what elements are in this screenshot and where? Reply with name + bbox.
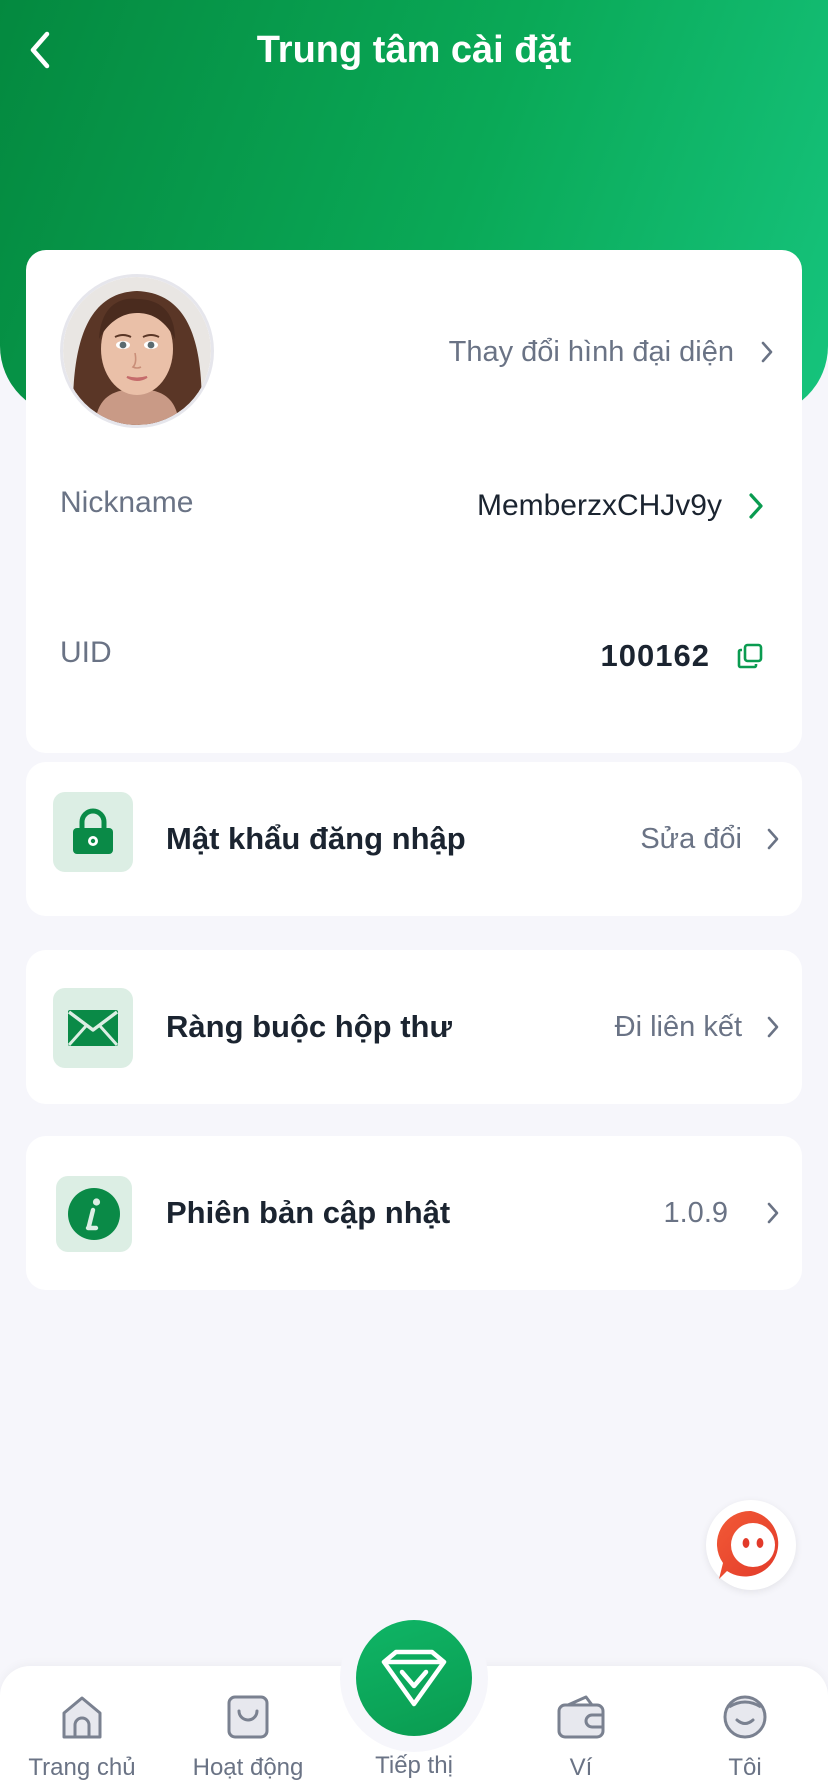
app-version-title: Phiên bản cập nhật [166,1195,451,1230]
app-version-value: 1.0.9 [663,1196,729,1229]
shopping-bag-icon [224,1690,272,1744]
wallet-icon [556,1690,606,1744]
tab-activity[interactable]: Hoạt động [173,1666,323,1792]
chevron-right-icon [760,340,774,364]
tab-activity-label: Hoạt động [192,1754,304,1781]
tab-wallet[interactable]: Ví [506,1666,656,1792]
customer-service-button[interactable] [706,1500,796,1590]
diamond-icon [381,1649,447,1707]
tab-me-label: Tôi [728,1754,762,1781]
edit-password-label: Sửa đổi [640,822,742,855]
chevron-right-icon [748,492,764,520]
bind-mailbox-title: Ràng buộc hộp thư [166,1009,452,1044]
uid-label: UID [60,636,112,669]
mail-icon [53,988,133,1068]
change-avatar-button[interactable]: Thay đổi hình đại diện [449,322,774,382]
link-mailbox-label: Đi liên kết [614,1010,742,1043]
chevron-right-icon [766,1015,780,1039]
bind-mailbox-row[interactable]: Ràng buộc hộp thư Đi liên kết [26,950,802,1104]
nickname-row[interactable]: MemberzxCHJv9y [477,476,764,536]
uid-value: 100162 [600,638,710,673]
link-mailbox-button[interactable]: Đi liên kết [615,950,780,1104]
login-password-title: Mật khẩu đăng nhập [166,821,466,856]
tab-home[interactable]: Trang chủ [7,1666,157,1792]
chat-bubble-icon [716,1510,779,1579]
info-icon [56,1176,132,1252]
lock-icon [53,792,133,872]
home-icon [58,1690,106,1744]
app-version-row[interactable]: Phiên bản cập nhật 1.0.9 [26,1136,802,1290]
tab-marketing-label: Tiếp thị [375,1752,453,1779]
uid-row: 100162 [601,626,764,686]
page-title: Trung tâm cài đặt [256,29,572,71]
profile-face-icon [721,1690,769,1744]
tab-wallet-label: Ví [569,1754,593,1781]
tab-me[interactable]: Tôi [670,1666,820,1792]
chevron-right-icon [766,827,780,851]
profile-card: Thay đổi hình đại diện Nickname Memberzx… [26,250,802,753]
nickname-label: Nickname [60,486,194,519]
tab-home-label: Trang chủ [28,1754,136,1781]
copy-icon[interactable] [736,642,764,670]
edit-password-button[interactable]: Sửa đổi [640,762,780,916]
app-version-action[interactable]: 1.0.9 [664,1136,781,1290]
login-password-row[interactable]: Mật khẩu đăng nhập Sửa đổi [26,762,802,916]
nickname-value: MemberzxCHJv9y [476,489,722,522]
tab-marketing[interactable] [356,1620,472,1736]
change-avatar-label: Thay đổi hình đại diện [448,335,734,368]
avatar[interactable] [60,274,214,428]
chevron-right-icon [766,1201,780,1225]
